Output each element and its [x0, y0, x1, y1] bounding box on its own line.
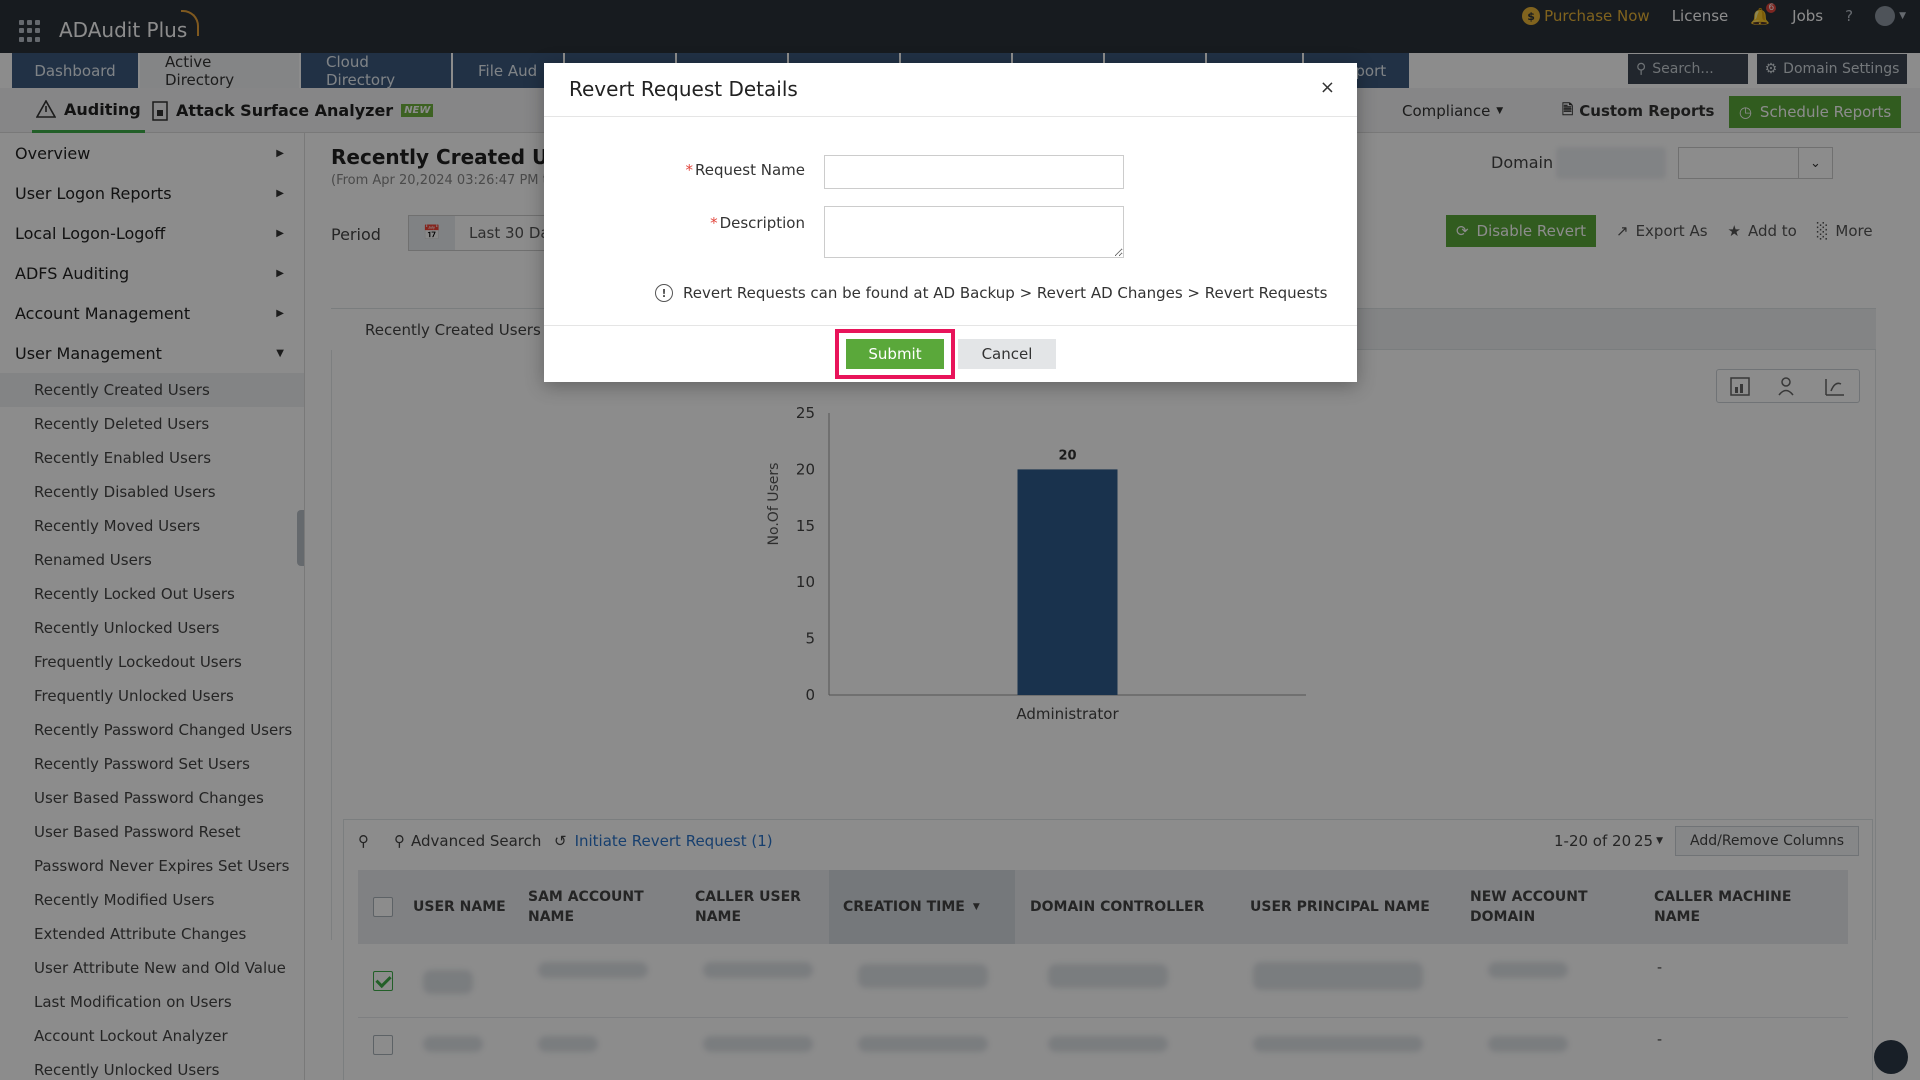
- request-name-label: * Request Name: [685, 161, 805, 179]
- cancel-button[interactable]: Cancel: [958, 339, 1056, 369]
- request-name-input[interactable]: [824, 155, 1124, 189]
- revert-request-dialog: Revert Request Details × * Request Name *…: [544, 63, 1357, 382]
- info-icon: !: [655, 284, 673, 302]
- dialog-footer: Submit Cancel: [544, 325, 1357, 382]
- close-icon[interactable]: ×: [1320, 77, 1335, 98]
- description-label: * Description: [710, 214, 805, 232]
- revert-info-note: ! Revert Requests can be found at AD Back…: [655, 284, 1327, 302]
- description-textarea[interactable]: [824, 206, 1124, 258]
- dialog-header: Revert Request Details ×: [544, 63, 1357, 117]
- submit-button[interactable]: Submit: [846, 339, 944, 369]
- dialog-title: Revert Request Details: [569, 77, 798, 101]
